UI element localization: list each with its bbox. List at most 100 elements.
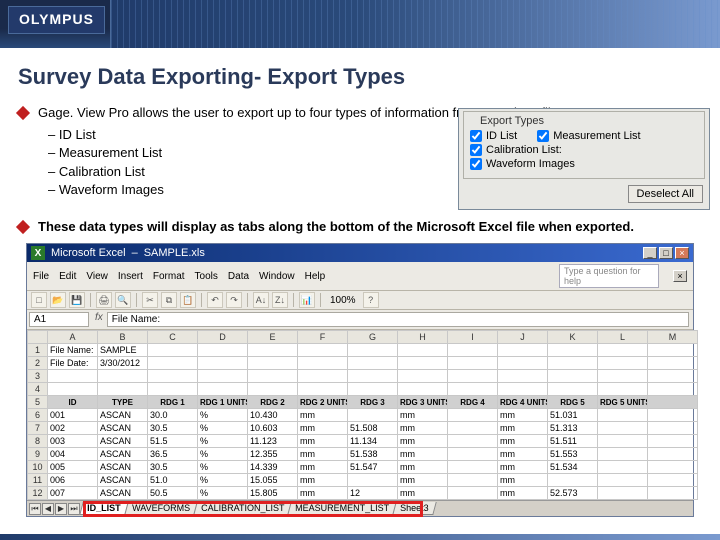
excel-menubar[interactable]: File Edit View Insert Format Tools Data … — [27, 262, 693, 291]
row-header[interactable]: 6 — [28, 409, 48, 422]
spreadsheet-grid[interactable]: ABCDEFGHIJKLM1File Name:SAMPLE2File Date… — [27, 330, 693, 500]
help-search-input[interactable]: Type a question for help — [559, 264, 659, 288]
row-header[interactable]: 1 — [28, 344, 48, 357]
bullet-icon — [16, 106, 30, 120]
col-header[interactable]: C — [148, 331, 198, 344]
formula-input[interactable]: File Name: — [107, 312, 689, 327]
paste-icon[interactable]: 📋 — [180, 292, 196, 308]
cb-id-list[interactable]: ID List — [470, 130, 517, 142]
tab-nav-first-icon[interactable]: ⏮ — [29, 503, 41, 515]
excel-toolbar[interactable]: □ 📂 💾 🖨 🔍 ✂ ⧉ 📋 ↶ ↷ A↓ Z↓ 📊 100% ? — [27, 291, 693, 310]
col-header[interactable]: K — [548, 331, 598, 344]
cb-measurement-list[interactable]: Measurement List — [537, 130, 640, 142]
save-icon[interactable]: 💾 — [69, 292, 85, 308]
row-header[interactable]: 8 — [28, 435, 48, 448]
excel-window: X Microsoft Excel – SAMPLE.xls _ □ × Fil… — [26, 243, 694, 517]
new-icon[interactable]: □ — [31, 292, 47, 308]
row-header[interactable]: 7 — [28, 422, 48, 435]
note-text: These data types will display as tabs al… — [38, 219, 634, 234]
sheet-tab-sheet3[interactable]: Sheet3 — [392, 502, 436, 515]
cb-calibration-list-label: Calibration List: — [486, 144, 562, 156]
redo-icon[interactable]: ↷ — [226, 292, 242, 308]
field-header: RDG 5 — [548, 396, 598, 409]
menu-window[interactable]: Window — [259, 271, 295, 282]
copy-icon[interactable]: ⧉ — [161, 292, 177, 308]
undo-icon[interactable]: ↶ — [207, 292, 223, 308]
row-header[interactable]: 5 — [28, 396, 48, 409]
sort-desc-icon[interactable]: Z↓ — [272, 292, 288, 308]
menu-edit[interactable]: Edit — [59, 271, 76, 282]
table-row[interactable]: 6001ASCAN30.0%10.430mmmmmm51.031 — [28, 409, 698, 422]
menu-insert[interactable]: Insert — [118, 271, 143, 282]
formula-bar: A1 fx File Name: — [27, 310, 693, 330]
slide-content: Survey Data Exporting- Export Types Gage… — [0, 48, 720, 517]
table-row[interactable]: 11006ASCAN51.0%15.055mmmmmm — [28, 474, 698, 487]
col-header[interactable]: J — [498, 331, 548, 344]
preview-icon[interactable]: 🔍 — [115, 292, 131, 308]
sheet-tab-strip[interactable]: ⏮ ◀ ▶ ⏭ ID_LIST WAVEFORMS CALIBRATION_LI… — [27, 500, 693, 516]
zoom-value[interactable]: 100% — [326, 295, 360, 306]
open-icon[interactable]: 📂 — [50, 292, 66, 308]
menu-view[interactable]: View — [86, 271, 108, 282]
table-row[interactable]: 7002ASCAN30.5%10.603mm51.508mmmm51.313 — [28, 422, 698, 435]
col-header[interactable]: A — [48, 331, 98, 344]
cb-waveform-images-input[interactable] — [470, 158, 482, 170]
table-row[interactable]: 12007ASCAN50.5%15.805mm12mmmm52.573 — [28, 487, 698, 500]
menu-help[interactable]: Help — [305, 271, 326, 282]
col-header[interactable]: M — [648, 331, 698, 344]
table-row[interactable]: 9004ASCAN36.5%12.355mm51.538mmmm51.553 — [28, 448, 698, 461]
export-panel-title: Export Types — [476, 115, 548, 127]
col-header[interactable]: I — [448, 331, 498, 344]
row-header[interactable]: 11 — [28, 474, 48, 487]
row-header[interactable]: 10 — [28, 461, 48, 474]
cb-measurement-list-input[interactable] — [537, 130, 549, 142]
col-header[interactable]: D — [198, 331, 248, 344]
tab-nav-prev-icon[interactable]: ◀ — [42, 503, 54, 515]
sort-asc-icon[interactable]: A↓ — [253, 292, 269, 308]
table-row[interactable]: 8003ASCAN51.5%11.123mm11.134mmmm51.511 — [28, 435, 698, 448]
cb-calibration-list[interactable]: Calibration List: — [470, 144, 562, 156]
export-types-panel: Export Types ID List Measurement List Ca… — [458, 108, 710, 210]
col-header[interactable]: H — [398, 331, 448, 344]
sheet-table[interactable]: ABCDEFGHIJKLM1File Name:SAMPLE2File Date… — [27, 330, 698, 500]
help-icon[interactable]: ? — [363, 292, 379, 308]
menu-tools[interactable]: Tools — [195, 271, 218, 282]
tab-nav-last-icon[interactable]: ⏭ — [68, 503, 80, 515]
deselect-all-button[interactable]: Deselect All — [628, 185, 703, 203]
row-header[interactable]: 2 — [28, 357, 48, 370]
sheet-tab-calibration-list[interactable]: CALIBRATION_LIST — [193, 502, 292, 515]
row-header[interactable]: 3 — [28, 370, 48, 383]
menu-data[interactable]: Data — [228, 271, 249, 282]
excel-titlebar[interactable]: X Microsoft Excel – SAMPLE.xls _ □ × — [27, 244, 693, 262]
cb-calibration-list-input[interactable] — [470, 144, 482, 156]
row-header[interactable]: 9 — [28, 448, 48, 461]
row-header[interactable]: 4 — [28, 383, 48, 396]
row-header[interactable]: 12 — [28, 487, 48, 500]
chart-icon[interactable]: 📊 — [299, 292, 315, 308]
cut-icon[interactable]: ✂ — [142, 292, 158, 308]
col-header[interactable]: E — [248, 331, 298, 344]
fx-icon[interactable]: fx — [91, 310, 107, 329]
window-minimize-icon[interactable]: _ — [643, 247, 657, 259]
tab-nav-next-icon[interactable]: ▶ — [55, 503, 67, 515]
menu-file[interactable]: File — [33, 271, 49, 282]
workbook-close-icon[interactable]: × — [673, 270, 687, 282]
name-box[interactable]: A1 — [29, 312, 89, 327]
cb-id-list-input[interactable] — [470, 130, 482, 142]
cb-waveform-images-label: Waveform Images — [486, 158, 575, 170]
sheet-tab-id-list[interactable]: ID_LIST — [79, 502, 128, 515]
field-header: ID — [48, 396, 98, 409]
sheet-tab-measurement-list[interactable]: MEASUREMENT_LIST — [287, 502, 397, 515]
print-icon[interactable]: 🖨 — [96, 292, 112, 308]
sheet-tab-waveforms[interactable]: WAVEFORMS — [124, 502, 197, 515]
col-header[interactable]: L — [598, 331, 648, 344]
window-maximize-icon[interactable]: □ — [659, 247, 673, 259]
col-header[interactable]: G — [348, 331, 398, 344]
menu-format[interactable]: Format — [153, 271, 185, 282]
col-header[interactable]: B — [98, 331, 148, 344]
cb-waveform-images[interactable]: Waveform Images — [470, 158, 575, 170]
table-row[interactable]: 10005ASCAN30.5%14.339mm51.547mmmm51.534 — [28, 461, 698, 474]
window-close-icon[interactable]: × — [675, 247, 689, 259]
field-header: RDG 5 UNITS — [598, 396, 648, 409]
col-header[interactable]: F — [298, 331, 348, 344]
